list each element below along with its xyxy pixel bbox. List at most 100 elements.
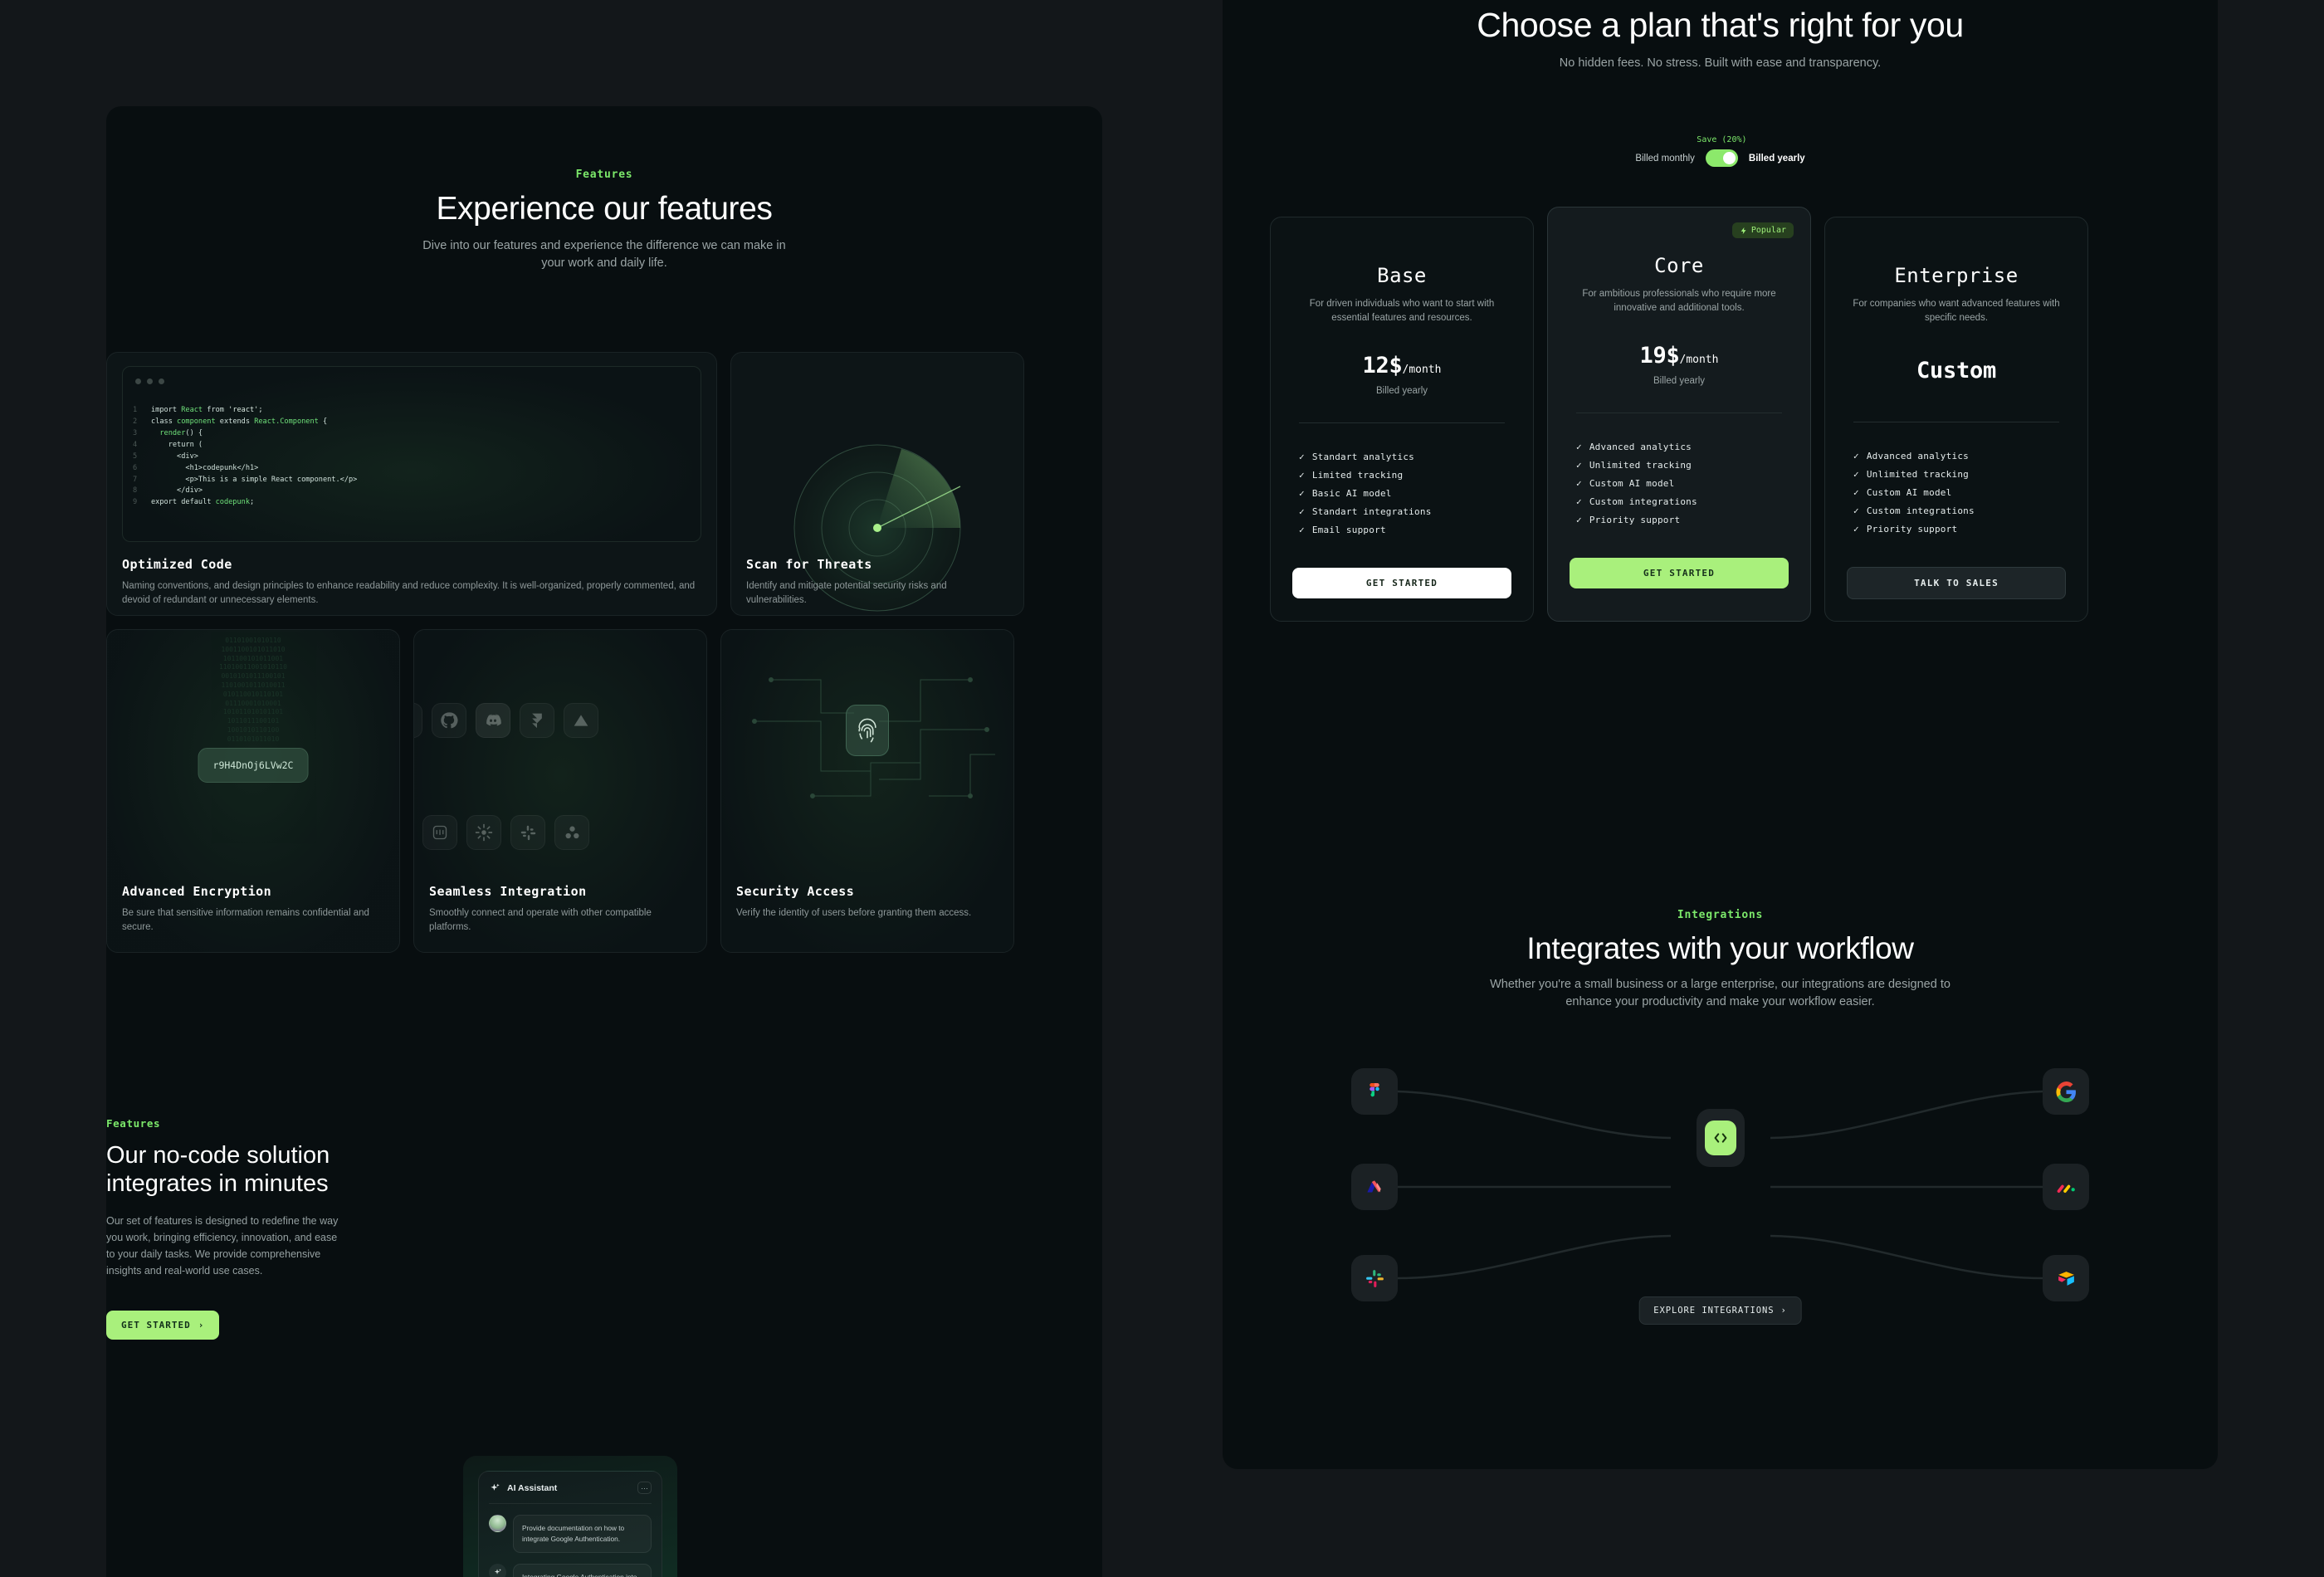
encryption-key: r9H4DnOj6LVw2C (198, 748, 309, 783)
plan-feature-label: Custom AI model (1589, 478, 1675, 490)
card-security-access[interactable]: Security Access Verify the identity of u… (720, 629, 1014, 953)
check-icon: ✓ (1853, 451, 1859, 462)
plan-cta-button[interactable]: GET STARTED (1292, 568, 1511, 599)
nocode-eyebrow: Features (106, 1117, 161, 1130)
plan-price-block: 19$/month Billed yearly (1570, 343, 1789, 386)
chevron-right-icon: › (1780, 1306, 1787, 1316)
integration-node-monday[interactable] (2043, 1164, 2089, 1210)
card-title: Advanced Encryption (122, 884, 272, 899)
ai-message-text: Integrating Google Authentication into y… (522, 1572, 637, 1577)
check-icon: ✓ (1576, 460, 1582, 471)
plan-feature-label: Priority support (1589, 515, 1681, 526)
explore-integrations-button[interactable]: EXPLORE INTEGRATIONS › (1638, 1296, 1802, 1325)
features-subtitle: Dive into our features and experience th… (422, 239, 786, 271)
features-panel: Features Experience our features Dive in… (106, 106, 1102, 1577)
nocode-title-line2: integrates in minutes (106, 1170, 329, 1198)
card-optimized-code[interactable]: 1 import React from 'react'; 2 class compo… (106, 352, 717, 616)
plan-feature: ✓ Unlimited tracking (1853, 469, 2066, 480)
plan-feature-label: Email support (1311, 525, 1386, 536)
plan-feature-label: Priority support (1866, 524, 1958, 535)
card-scan-threats[interactable]: Scan for Threats Identify and mitigate p… (730, 352, 1024, 616)
plan-desc: For driven individuals who want to start… (1309, 299, 1495, 323)
code-icon (1714, 1133, 1726, 1143)
check-icon: ✓ (1299, 470, 1305, 481)
plan-feature: ✓ Priority support (1576, 515, 1789, 525)
ai-assistant-mock: AI Assistant … Provide documentation on … (463, 1456, 677, 1577)
integration-node-airtable[interactable] (2043, 1255, 2089, 1301)
plan-feature: ✓ Custom AI model (1576, 478, 1789, 489)
plan-desc: For companies who want advanced features… (1853, 299, 2060, 323)
window-dots-icon (135, 378, 164, 384)
plan-period: /month (1679, 354, 1719, 367)
plan-feature-label: Standart analytics (1311, 452, 1415, 463)
plan-feature-label: Standart integrations (1311, 506, 1432, 518)
toggle-knob (1722, 152, 1736, 164)
lightning-icon (1741, 227, 1746, 234)
popular-badge-label: Popular (1750, 226, 1786, 235)
asana-icon (554, 815, 589, 850)
plan-feature: ✓ Email support (1299, 525, 1511, 535)
popular-badge: Popular (1731, 222, 1794, 238)
plan-desc: For ambitious professionals who require … (1582, 289, 1776, 313)
plan-feature-label: Basic AI model (1311, 488, 1392, 500)
plan-billed: Billed yearly (1653, 376, 1705, 387)
fingerprint-icon (846, 705, 889, 756)
loom-icon (466, 815, 501, 850)
plan-name: Base (1377, 264, 1427, 287)
vercel-icon (564, 703, 598, 738)
plan-card-core[interactable]: Popular Core For ambitious professionals… (1547, 207, 1811, 622)
pricing-plans: Base For driven individuals who want to … (1270, 207, 2088, 622)
save-badge: Save (20%) (1697, 135, 1747, 144)
card-desc: Identify and mitigate potential security… (746, 581, 947, 606)
card-desc: Verify the identity of users before gran… (736, 908, 972, 918)
slack-icon (1365, 1269, 1384, 1287)
plan-feature-label: Unlimited tracking (1866, 469, 1970, 481)
plan-card-enterprise[interactable]: Enterprise For companies who want advanc… (1824, 217, 2088, 622)
monday-icon (2057, 1184, 2075, 1193)
plan-cta-button[interactable]: GET STARTED (1570, 558, 1789, 589)
plan-feature: ✓ Unlimited tracking (1576, 460, 1789, 471)
integration-node-slack[interactable] (1351, 1255, 1398, 1301)
plan-feature: ✓ Standart analytics (1299, 452, 1511, 462)
plan-price: Custom (1916, 358, 1996, 384)
check-icon: ✓ (1853, 505, 1859, 517)
plan-feature-label: Custom integrations (1589, 496, 1697, 508)
features-title: Experience our features (436, 191, 773, 227)
card-seamless-integration[interactable]: Seamless Integration Smoothly connect an… (413, 629, 707, 953)
plan-cta-button[interactable]: TALK TO SALES (1847, 567, 2066, 600)
pricing-title: Choose a plan that's right for you (1477, 6, 1964, 44)
plan-feature: ✓ Advanced analytics (1853, 451, 2066, 461)
integration-node-affinity[interactable] (1351, 1164, 1398, 1210)
check-icon: ✓ (1299, 506, 1305, 518)
plan-price-block: 12$/month Billed yearly (1292, 353, 1511, 396)
integrations-title: Integrates with your workflow (1526, 931, 1914, 965)
plan-name: Core (1654, 254, 1704, 277)
chat-more-button[interactable]: … (637, 1482, 652, 1494)
card-title: Seamless Integration (429, 884, 587, 899)
sparkle-icon (491, 1482, 500, 1491)
plan-features: ✓ Standart analytics ✓ Limited tracking ✓ B… (1292, 452, 1511, 535)
github-icon (432, 703, 466, 738)
plan-feature: ✓ Custom integrations (1853, 505, 2066, 516)
integrations-header: Integrations Integrates with your workfl… (1223, 909, 2218, 1011)
framer-icon (520, 703, 554, 738)
affinity-icon (1367, 1180, 1381, 1193)
plan-feature: ✓ Custom integrations (1576, 496, 1789, 507)
get-started-button[interactable]: GET STARTED › (106, 1311, 220, 1340)
plan-card-base[interactable]: Base For driven individuals who want to … (1270, 217, 1534, 622)
pricing-header: Pricing Choose a plan that's right for y… (1223, 0, 2218, 72)
integrations-subtitle: Whether you're a small business or a lar… (1490, 978, 1950, 1009)
billing-yearly-label[interactable]: Billed yearly (1749, 154, 1805, 164)
billing-monthly-label[interactable]: Billed monthly (1635, 154, 1695, 164)
sparkle-icon (489, 1563, 506, 1577)
check-icon: ✓ (1853, 524, 1859, 535)
check-icon: ✓ (1576, 515, 1582, 526)
card-advanced-encryption[interactable]: 01101001010110 1001100101011010 10110010… (106, 629, 400, 953)
integration-node-figma[interactable] (1351, 1068, 1398, 1115)
avatar (489, 1515, 506, 1532)
plan-feature: ✓ Custom AI model (1853, 487, 2066, 498)
billing-toggle-switch[interactable]: Save (20%) (1697, 135, 1747, 167)
card-desc: Be sure that sensitive information remai… (122, 908, 369, 933)
chat-message-user: Provide documentation on how to integrat… (479, 1504, 662, 1553)
integration-node-google[interactable] (2043, 1068, 2089, 1115)
